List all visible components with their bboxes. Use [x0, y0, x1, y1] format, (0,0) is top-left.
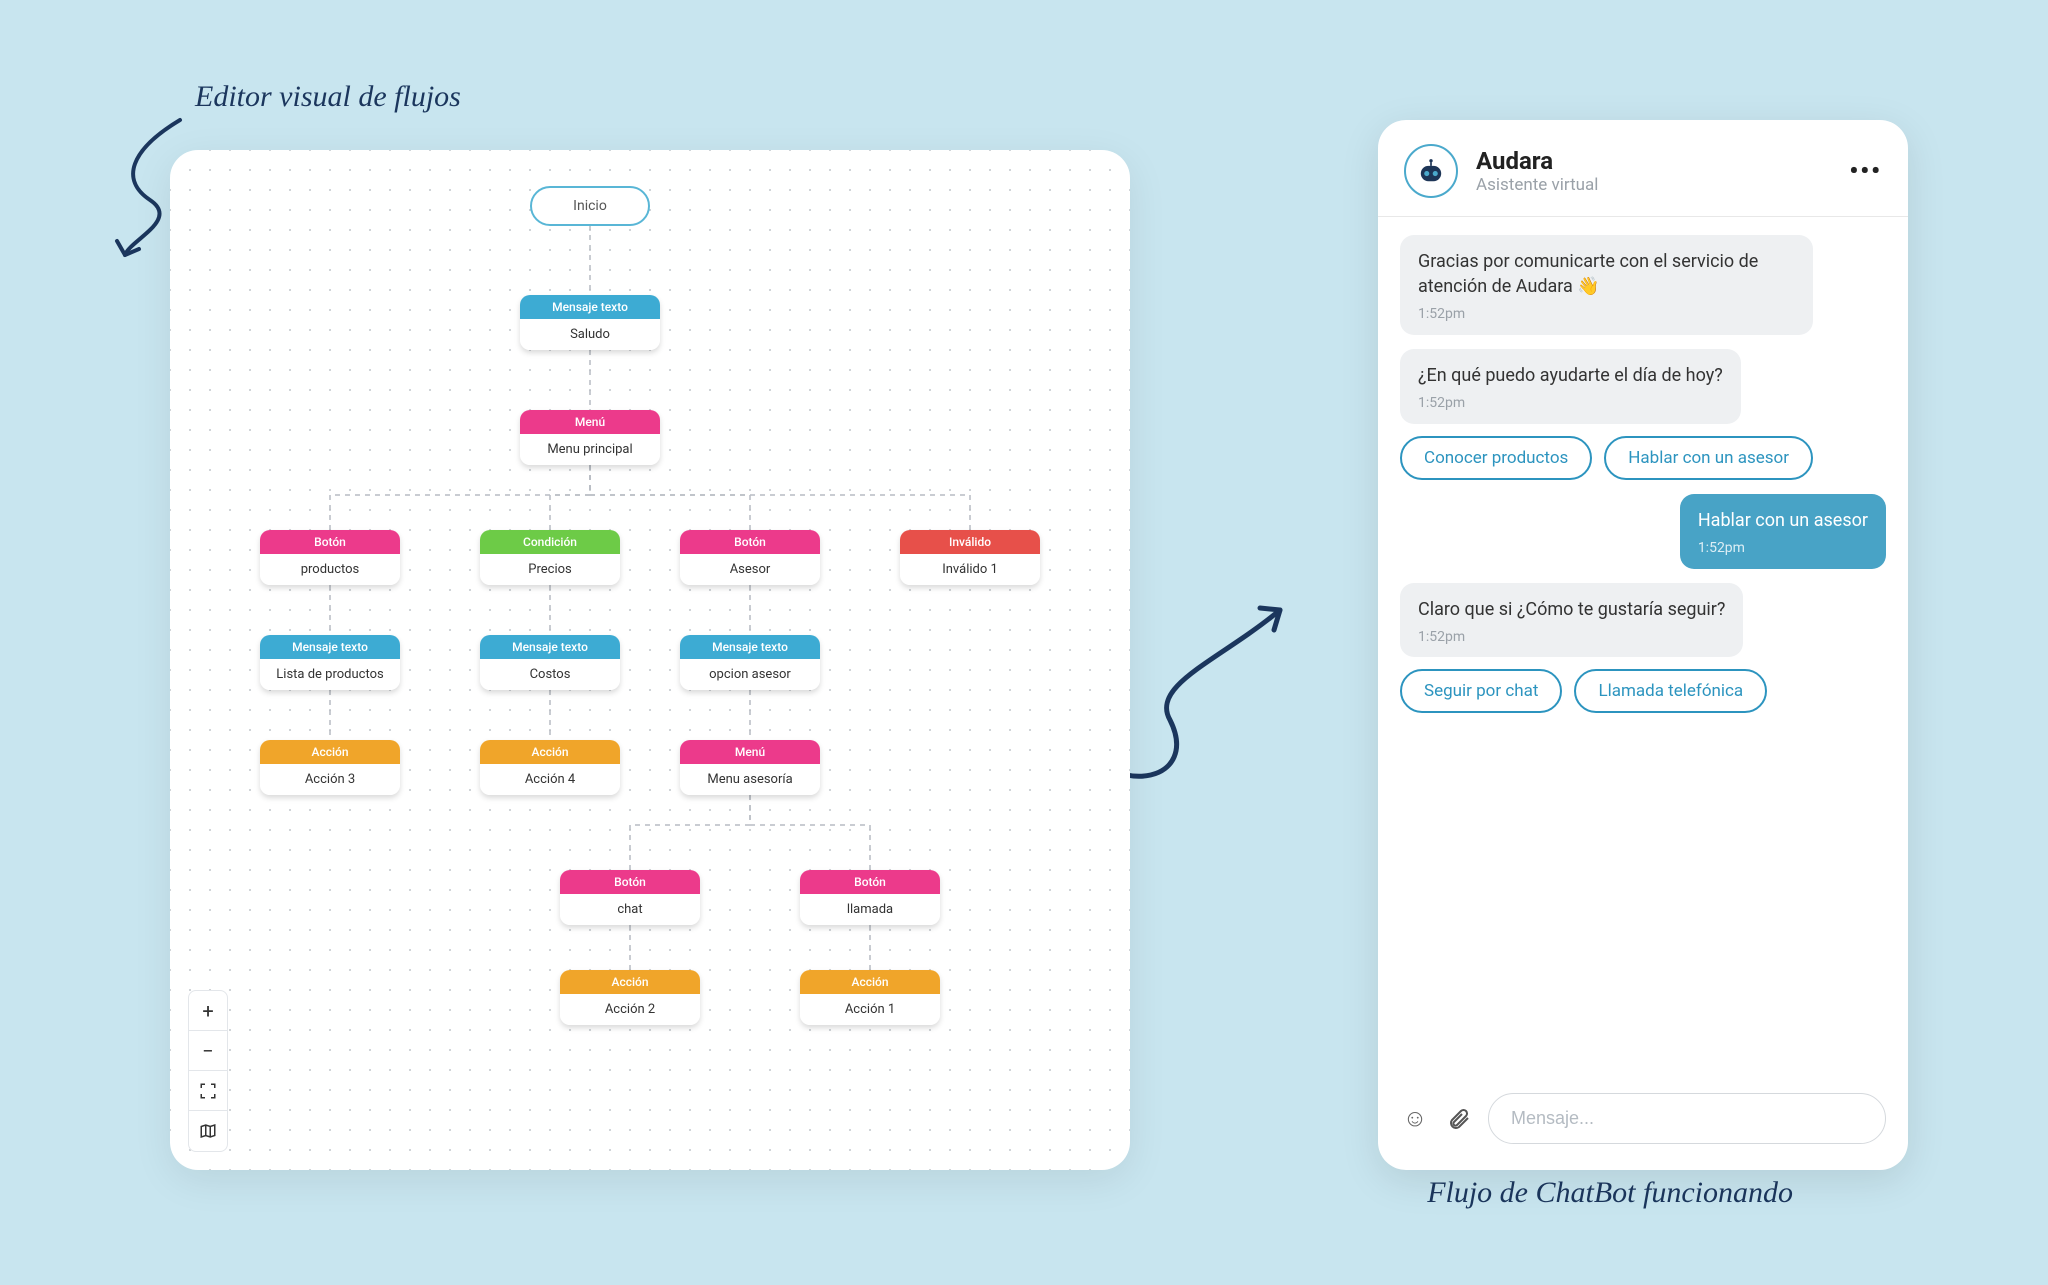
message-incoming: Claro que si ¿Cómo te gustaría seguir? 1:… [1400, 583, 1743, 658]
node-inicio[interactable]: Inicio [530, 186, 650, 226]
zoom-out-button[interactable]: − [189, 1031, 227, 1071]
node-type: Botón [680, 530, 820, 554]
node-accion-4[interactable]: Acción Acción 4 [480, 740, 620, 795]
node-menu-principal[interactable]: Menú Menu principal [520, 410, 660, 465]
node-lista-productos[interactable]: Mensaje texto Lista de productos [260, 635, 400, 690]
node-saludo[interactable]: Mensaje texto Saludo [520, 295, 660, 350]
option-chip[interactable]: Llamada telefónica [1574, 669, 1767, 713]
node-accion-1[interactable]: Acción Acción 1 [800, 970, 940, 1025]
node-inicio-label: Inicio [573, 198, 607, 214]
chat-widget: Audara Asistente virtual ••• Gracias por… [1378, 120, 1908, 1170]
message-outgoing: Hablar con un asesor 1:52pm [1680, 494, 1886, 569]
option-group: Seguir por chat Llamada telefónica [1400, 669, 1767, 713]
message-text: Hablar con un asesor [1698, 510, 1868, 531]
node-text: Lista de productos [260, 659, 400, 690]
option-group: Conocer productos Hablar con un asesor [1400, 436, 1813, 480]
message-text: Gracias por comunicarte con el servicio … [1418, 251, 1758, 297]
attach-button[interactable] [1444, 1104, 1474, 1134]
zoom-controls: + − [188, 990, 228, 1152]
node-text: llamada [800, 894, 940, 925]
message-input[interactable] [1488, 1093, 1886, 1144]
chat-subtitle: Asistente virtual [1476, 175, 1598, 195]
message-timestamp: 1:52pm [1418, 394, 1723, 414]
node-invalido[interactable]: Inválido Inválido 1 [900, 530, 1040, 585]
node-text: Asesor [680, 554, 820, 585]
minimap-button[interactable] [189, 1111, 227, 1151]
node-type: Condición [480, 530, 620, 554]
node-type: Botón [260, 530, 400, 554]
node-precios[interactable]: Condición Precios [480, 530, 620, 585]
node-type: Mensaje texto [680, 635, 820, 659]
node-costos[interactable]: Mensaje texto Costos [480, 635, 620, 690]
fit-view-button[interactable] [189, 1071, 227, 1111]
expand-icon [199, 1082, 217, 1100]
map-icon [199, 1122, 217, 1140]
node-text: Precios [480, 554, 620, 585]
smile-icon: ☺ [1403, 1104, 1428, 1133]
option-chip[interactable]: Hablar con un asesor [1604, 436, 1813, 480]
node-text: Saludo [520, 319, 660, 350]
chat-thread[interactable]: Gracias por comunicarte con el servicio … [1378, 217, 1908, 1075]
message-incoming: Gracias por comunicarte con el servicio … [1400, 235, 1813, 335]
node-type: Mensaje texto [480, 635, 620, 659]
message-timestamp: 1:52pm [1698, 539, 1868, 559]
node-accion-3[interactable]: Acción Acción 3 [260, 740, 400, 795]
more-button[interactable]: ••• [1849, 157, 1882, 185]
message-incoming: ¿En qué puedo ayudarte el día de hoy? 1:5… [1400, 349, 1741, 424]
node-type: Menú [520, 410, 660, 434]
message-text: Claro que si ¿Cómo te gustaría seguir? [1418, 599, 1725, 620]
node-text: Acción 1 [800, 994, 940, 1025]
chat-input-row: ☺ [1378, 1075, 1908, 1170]
node-type: Menú [680, 740, 820, 764]
node-type: Acción [480, 740, 620, 764]
node-text: productos [260, 554, 400, 585]
node-text: opcion asesor [680, 659, 820, 690]
node-text: Inválido 1 [900, 554, 1040, 585]
node-type: Acción [260, 740, 400, 764]
robot-icon [1414, 154, 1448, 188]
option-chip[interactable]: Seguir por chat [1400, 669, 1562, 713]
message-timestamp: 1:52pm [1418, 305, 1795, 325]
node-type: Acción [560, 970, 700, 994]
chat-title: Audara [1476, 147, 1598, 175]
zoom-in-button[interactable]: + [189, 991, 227, 1031]
annotation-editor: Editor visual de flujos [195, 80, 461, 114]
message-timestamp: 1:52pm [1418, 628, 1725, 648]
node-text: Acción 4 [480, 764, 620, 795]
more-icon: ••• [1849, 157, 1882, 185]
chat-header: Audara Asistente virtual ••• [1378, 120, 1908, 217]
node-type: Acción [800, 970, 940, 994]
paperclip-icon [1447, 1107, 1471, 1131]
bot-avatar [1404, 144, 1458, 198]
node-type: Mensaje texto [260, 635, 400, 659]
option-chip[interactable]: Conocer productos [1400, 436, 1592, 480]
node-llamada[interactable]: Botón llamada [800, 870, 940, 925]
node-productos[interactable]: Botón productos [260, 530, 400, 585]
node-type: Mensaje texto [520, 295, 660, 319]
plus-icon: + [202, 999, 213, 1023]
node-text: Acción 2 [560, 994, 700, 1025]
node-type: Botón [800, 870, 940, 894]
node-type: Inválido [900, 530, 1040, 554]
node-type: Botón [560, 870, 700, 894]
node-asesor[interactable]: Botón Asesor [680, 530, 820, 585]
node-text: Menu asesoría [680, 764, 820, 795]
node-chat[interactable]: Botón chat [560, 870, 700, 925]
flow-editor[interactable]: Inicio Mensaje texto Saludo Menú Menu pr… [170, 150, 1130, 1170]
annotation-chatbot: Flujo de ChatBot funcionando [1427, 1176, 1793, 1210]
node-accion-2[interactable]: Acción Acción 2 [560, 970, 700, 1025]
emoji-button[interactable]: ☺ [1400, 1104, 1430, 1134]
node-opcion-asesor[interactable]: Mensaje texto opcion asesor [680, 635, 820, 690]
node-menu-asesoria[interactable]: Menú Menu asesoría [680, 740, 820, 795]
node-text: Menu principal [520, 434, 660, 465]
node-text: Costos [480, 659, 620, 690]
node-text: chat [560, 894, 700, 925]
message-text: ¿En qué puedo ayudarte el día de hoy? [1418, 365, 1723, 386]
minus-icon: − [202, 1039, 213, 1063]
node-text: Acción 3 [260, 764, 400, 795]
